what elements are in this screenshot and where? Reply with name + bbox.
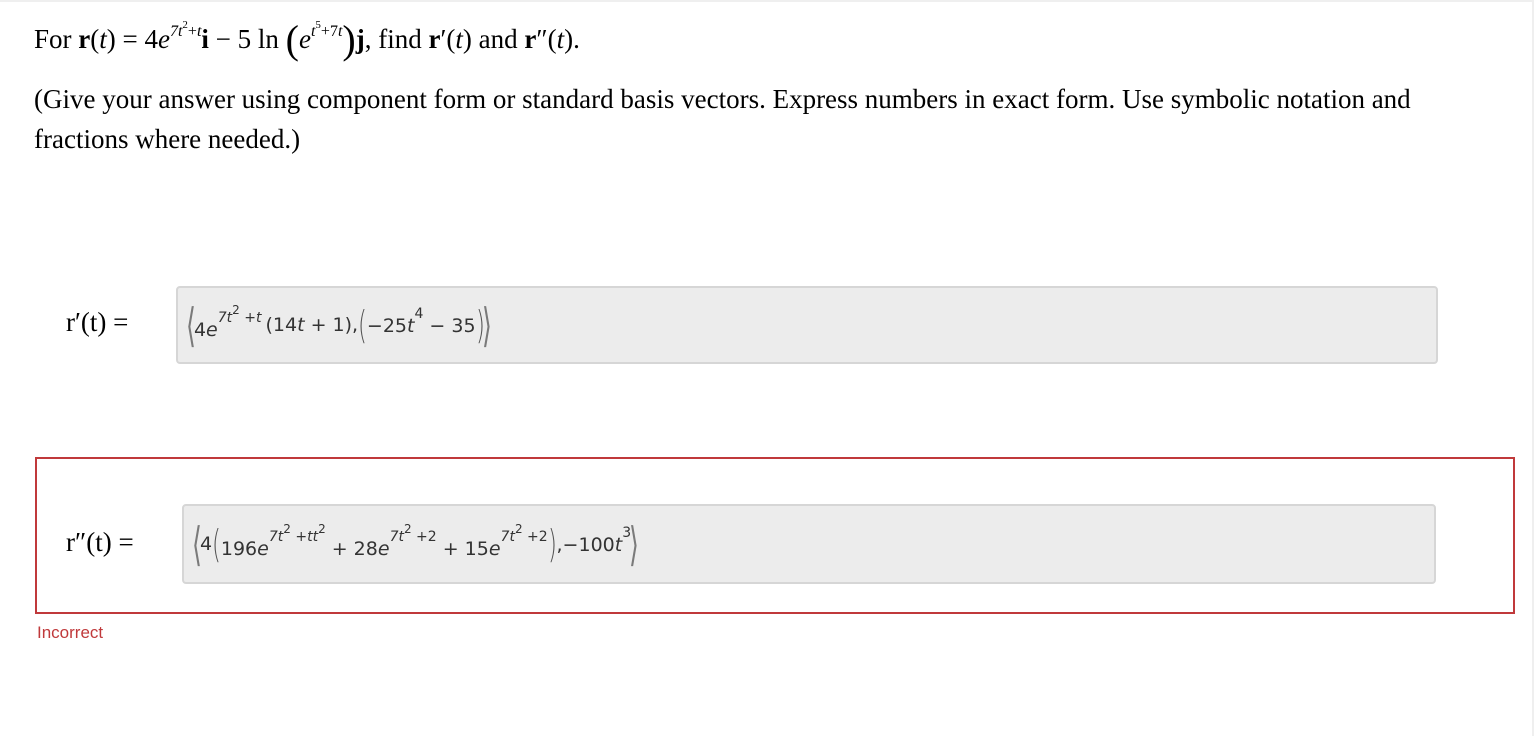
status-incorrect-message: Incorrect — [37, 623, 104, 642]
first-derivative-input[interactable]: ⟨ 4e7t2 +t (14t + 1), (−25t4 − 35) ⟩ — [176, 286, 1438, 364]
second-derivative-input[interactable]: ⟨ 4( 196e7t2 +tt2 + 28e7t2 +2 + 15e7t2 +… — [182, 504, 1436, 584]
second-derivative-row: r″(t) = — [66, 527, 134, 558]
first-derivative-expression: ⟨ 4e7t2 +t (14t + 1), (−25t4 − 35) ⟩ — [186, 298, 493, 352]
question-statement: For r(t) = 4e7t2+ti − 5 ln (et5+7t)j, fi… — [34, 17, 580, 62]
second-derivative-expression: ⟨ 4( 196e7t2 +tt2 + 28e7t2 +2 + 15e7t2 +… — [192, 517, 640, 571]
first-derivative-label: r′(t) = — [66, 307, 129, 337]
top-border — [0, 0, 1534, 2]
first-derivative-row: r′(t) = — [66, 307, 128, 338]
question-block: For r(t) = 4e7t2+ti − 5 ln (et5+7t)j, fi… — [34, 14, 1514, 159]
question-instructions: (Give your answer using component form o… — [34, 84, 1411, 154]
second-derivative-label: r″(t) = — [66, 527, 134, 557]
